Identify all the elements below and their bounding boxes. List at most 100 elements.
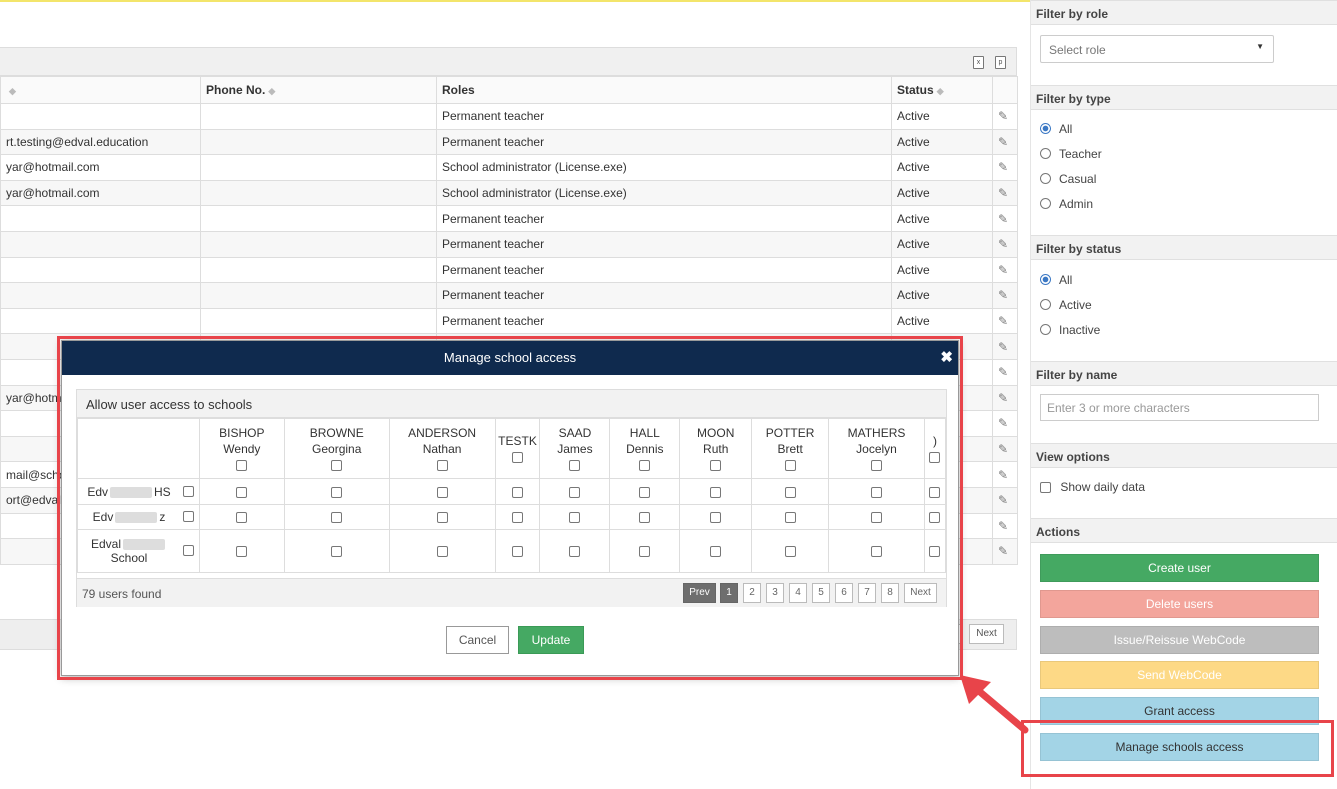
radio-label: All — [1059, 122, 1073, 136]
edit-icon[interactable]: ✎ — [998, 442, 1008, 456]
annotation-arrow — [960, 675, 1029, 734]
edit-cell: ✎ — [992, 461, 1018, 488]
export-excel-icon[interactable]: x — [973, 56, 984, 69]
radio-filter_type-teacher[interactable]: Teacher — [1040, 147, 1102, 161]
role-cell: Permanent teacher — [436, 282, 892, 309]
radio-button[interactable] — [1040, 123, 1051, 134]
role-cell: Permanent teacher — [436, 307, 892, 335]
edit-cell: ✎ — [992, 435, 1018, 463]
filter-role-title: Filter by role — [1031, 0, 1337, 25]
edit-cell: ✎ — [992, 410, 1018, 437]
filter-type-title: Filter by type — [1031, 85, 1337, 110]
table-row: yar@hotmail.com School administrator (Lic… — [0, 179, 1018, 207]
filter-sidebar: Filter by role Select role ▼ Filter by t… — [1030, 0, 1337, 789]
radio-button[interactable] — [1040, 148, 1051, 159]
delete-users-button[interactable]: Delete users — [1040, 590, 1319, 618]
role-select[interactable]: Select role ▼ — [1040, 35, 1274, 63]
radio-button[interactable] — [1040, 274, 1051, 285]
phone-cell — [200, 307, 437, 335]
phone-cell — [200, 103, 437, 130]
status-cell: Active — [891, 282, 993, 309]
edit-icon[interactable]: ✎ — [998, 288, 1008, 302]
edit-icon[interactable]: ✎ — [998, 212, 1008, 226]
edit-cell: ✎ — [992, 179, 1018, 207]
show-daily-label: Show daily data — [1060, 480, 1146, 494]
edit-icon[interactable]: ✎ — [998, 263, 1008, 277]
show-daily-option[interactable]: Show daily data — [1040, 480, 1145, 494]
status-cell: Active — [891, 256, 993, 284]
role-cell: Permanent teacher — [436, 256, 892, 284]
status-cell: Active — [891, 205, 993, 232]
sort-icon: ◆ — [268, 86, 276, 96]
view-options-title: View options — [1031, 443, 1337, 468]
edit-icon[interactable]: ✎ — [998, 416, 1008, 430]
filter-name-title: Filter by name — [1031, 361, 1337, 386]
edit-icon[interactable]: ✎ — [998, 519, 1008, 533]
status-cell: Active — [891, 307, 993, 335]
show-daily-checkbox[interactable] — [1040, 482, 1051, 494]
edit-icon[interactable]: ✎ — [998, 340, 1008, 354]
chevron-down-icon: ▼ — [1256, 42, 1264, 51]
edit-cell: ✎ — [992, 486, 1018, 514]
email-column-header[interactable]: ◆ — [0, 76, 201, 104]
radio-button[interactable] — [1040, 324, 1051, 335]
edit-cell: ✎ — [992, 103, 1018, 130]
radio-label: Active — [1059, 298, 1092, 312]
edit-icon[interactable]: ✎ — [998, 135, 1008, 149]
edit-cell: ✎ — [992, 307, 1018, 335]
radio-filter_status-inactive[interactable]: Inactive — [1040, 323, 1100, 337]
radio-filter_status-active[interactable]: Active — [1040, 298, 1092, 312]
edit-icon[interactable]: ✎ — [998, 493, 1008, 507]
phone-cell — [200, 230, 437, 258]
email-cell — [0, 256, 201, 284]
name-filter-input[interactable]: Enter 3 or more characters — [1040, 394, 1319, 421]
create-user-button[interactable]: Create user — [1040, 554, 1319, 582]
edit-cell: ✎ — [992, 128, 1018, 156]
table-row: Permanent teacher Active ✎ — [0, 205, 1018, 232]
sort-icon: ◆ — [9, 86, 16, 96]
edit-cell: ✎ — [992, 538, 1018, 565]
radio-filter_type-admin[interactable]: Admin — [1040, 197, 1093, 211]
actions-title: Actions — [1031, 518, 1337, 543]
send-webcode-button[interactable]: Send WebCode — [1040, 661, 1319, 689]
table-row: Permanent teacher Active ✎ — [0, 282, 1018, 309]
next-page-button[interactable]: Next — [969, 624, 1004, 644]
edit-icon[interactable]: ✎ — [998, 186, 1008, 200]
edit-icon[interactable]: ✎ — [998, 109, 1008, 123]
edit-icon[interactable]: ✎ — [998, 237, 1008, 251]
edit-icon[interactable]: ✎ — [998, 314, 1008, 328]
edit-icon[interactable]: ✎ — [998, 391, 1008, 405]
status-cell: Active — [891, 128, 993, 156]
radio-label: Teacher — [1059, 147, 1102, 161]
edit-icon[interactable]: ✎ — [998, 365, 1008, 379]
email-cell — [0, 205, 201, 232]
edit-icon[interactable]: ✎ — [998, 544, 1008, 558]
modal-highlight-box — [57, 336, 963, 680]
export-pdf-icon[interactable]: p — [995, 56, 1006, 69]
radio-filter_status-all[interactable]: All — [1040, 273, 1072, 287]
table-row: yar@hotmail.com School administrator (Lic… — [0, 154, 1018, 181]
role-cell: School administrator (License.exe) — [436, 154, 892, 181]
radio-filter_type-casual[interactable]: Casual — [1040, 172, 1096, 186]
issue-webcode-button[interactable]: Issue/Reissue WebCode — [1040, 626, 1319, 654]
radio-button[interactable] — [1040, 299, 1051, 310]
status-column-header[interactable]: Status ◆ — [891, 76, 993, 104]
radio-button[interactable] — [1040, 173, 1051, 184]
role-cell: Permanent teacher — [436, 103, 892, 130]
button-highlight-box — [1021, 720, 1334, 777]
status-cell: Active — [891, 154, 993, 181]
phone-column-header[interactable]: Phone No. ◆ — [200, 76, 437, 104]
table-row: rt.testing@edval.education Permanent teac… — [0, 128, 1018, 156]
edit-icon[interactable]: ✎ — [998, 468, 1008, 482]
radio-button[interactable] — [1040, 198, 1051, 209]
status-cell: Active — [891, 179, 993, 207]
email-cell — [0, 103, 201, 130]
role-cell: Permanent teacher — [436, 128, 892, 156]
edit-icon[interactable]: ✎ — [998, 160, 1008, 174]
edit-cell: ✎ — [992, 230, 1018, 258]
radio-filter_type-all[interactable]: All — [1040, 122, 1072, 136]
radio-label: Casual — [1059, 172, 1097, 186]
edit-cell: ✎ — [992, 333, 1018, 360]
edit-cell: ✎ — [992, 256, 1018, 284]
phone-cell — [200, 179, 437, 207]
